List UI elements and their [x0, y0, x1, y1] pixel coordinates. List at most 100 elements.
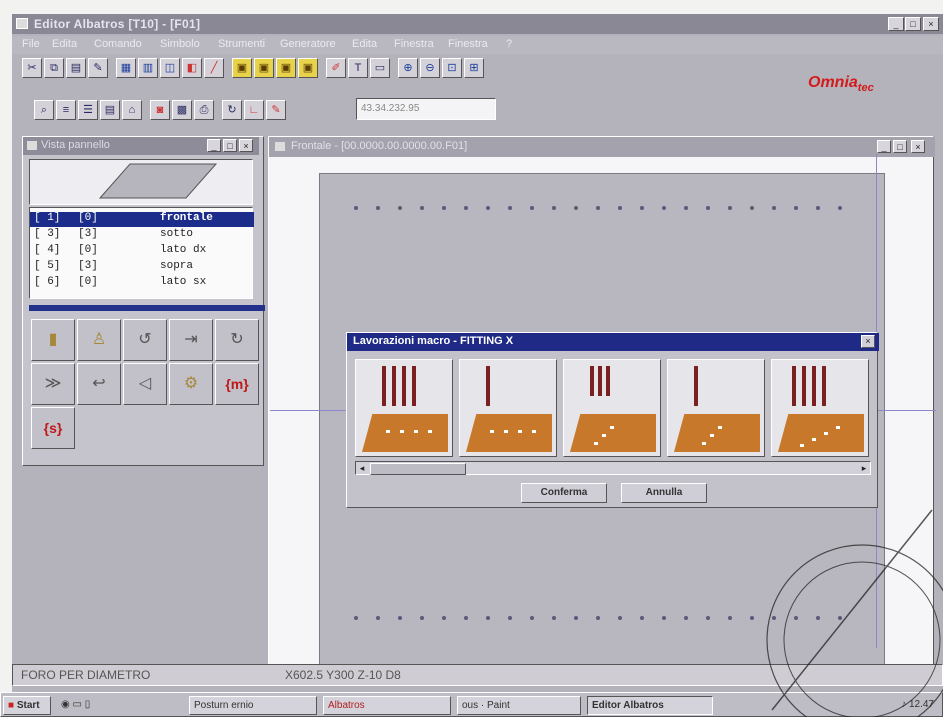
line-icon[interactable]: ╱ — [204, 58, 224, 78]
start-button[interactable]: ■ Start — [3, 696, 51, 715]
panel-close-button[interactable]: × — [239, 139, 253, 152]
dialog-close-button[interactable]: × — [861, 335, 875, 348]
face-row[interactable]: [ 4] [0] lato dx — [30, 244, 254, 259]
rotate-icon[interactable]: ↻ — [222, 100, 242, 120]
macro-m-icon[interactable]: {m} — [215, 363, 259, 405]
face-row[interactable]: [ 6] [0] lato sx — [30, 276, 254, 291]
face-list[interactable]: [ 1] [0] frontale [ 3] [3] sotto [ 4] [0… — [29, 207, 254, 299]
face-index: [ 4] — [34, 244, 61, 256]
zoom-fit-icon[interactable]: ⊡ — [442, 58, 462, 78]
scroll-thumb[interactable] — [370, 463, 466, 475]
draw-icon[interactable]: ✎ — [266, 100, 286, 120]
save-icon[interactable]: ▩ — [172, 100, 192, 120]
macro-s-icon[interactable]: {s} — [31, 407, 75, 449]
align-tool-icon[interactable]: ⇥ — [169, 319, 213, 361]
mark-icon[interactable]: ◧ — [182, 58, 202, 78]
panel-view-titlebar[interactable]: Vista pannello _ □ × — [23, 137, 259, 155]
minimize-button[interactable]: _ — [888, 17, 904, 31]
drawing-titlebar[interactable]: Frontale - [00.0000.00.0000.00.F01] _ □ … — [269, 137, 935, 157]
menu-help[interactable]: ? — [506, 38, 512, 50]
sheet-icon[interactable]: ▤ — [100, 100, 120, 120]
drill-hole — [376, 206, 380, 210]
face-code: [0] — [78, 276, 98, 288]
home-icon[interactable]: ⌂ — [122, 100, 142, 120]
taskbar-item[interactable]: ous · Paint — [457, 696, 581, 715]
close-button[interactable]: × — [923, 17, 939, 31]
drill-bit-icon — [392, 366, 396, 406]
cancel-button[interactable]: Annulla — [621, 483, 707, 503]
menu-comando[interactable]: Comando — [94, 38, 142, 50]
menu-finestra[interactable]: Finestra — [394, 38, 434, 50]
cut-icon[interactable]: ✂ — [22, 58, 42, 78]
browser-icon[interactable]: ◉ — [61, 699, 70, 710]
drawing-minimize-button[interactable]: _ — [877, 140, 891, 153]
hole-dot — [400, 430, 404, 433]
desktop-icon[interactable]: ▭ — [73, 699, 82, 710]
menu-generatore[interactable]: Generatore — [280, 38, 336, 50]
dialog-titlebar[interactable]: Lavorazioni macro - FITTING X × — [347, 333, 879, 351]
drawing-close-button[interactable]: × — [911, 140, 925, 153]
frame-icon[interactable]: ▭ — [370, 58, 390, 78]
pen-icon[interactable]: ✎ — [88, 58, 108, 78]
redo-tool-icon[interactable]: ↻ — [215, 319, 259, 361]
list-icon[interactable]: ≡ — [56, 100, 76, 120]
machine-icon[interactable]: ◙ — [150, 100, 170, 120]
text-icon[interactable]: T — [348, 58, 368, 78]
yellow-tool-1-icon[interactable]: ▣ — [232, 58, 252, 78]
return-tool-icon[interactable]: ↩ — [77, 363, 121, 405]
clamp-tool-icon[interactable]: ♙ — [77, 319, 121, 361]
coordinate-field[interactable]: 43.34.232.95 — [356, 98, 496, 120]
copy-icon[interactable]: ⧉ — [44, 58, 64, 78]
drill-hole — [574, 616, 578, 620]
menu-strumenti[interactable]: Strumenti — [218, 38, 265, 50]
taskbar-item[interactable]: Posturn ernio — [189, 696, 317, 715]
drill-hole — [838, 206, 842, 210]
drawing-maximize-button[interactable]: □ — [893, 140, 907, 153]
fitting-option[interactable] — [459, 359, 557, 457]
settings-tool-icon[interactable]: ⚙ — [169, 363, 213, 405]
scroll-left-arrow[interactable]: ◂ — [356, 462, 368, 474]
maximize-button[interactable]: □ — [905, 17, 921, 31]
fitting-option[interactable] — [667, 359, 765, 457]
grid-icon[interactable]: ▦ — [116, 58, 136, 78]
fitting-option[interactable] — [355, 359, 453, 457]
menu-edita[interactable]: Edita — [52, 38, 77, 50]
panel-icon[interactable]: ◫ — [160, 58, 180, 78]
paste-icon[interactable]: ▤ — [66, 58, 86, 78]
taskbar-item[interactable]: Albatros — [323, 696, 451, 715]
yellow-tool-3-icon[interactable]: ▣ — [276, 58, 296, 78]
fitting-option[interactable] — [771, 359, 869, 457]
zoom-window-icon[interactable]: ⊞ — [464, 58, 484, 78]
back-tool-icon[interactable]: ◁ — [123, 363, 167, 405]
panel-maximize-button[interactable]: □ — [223, 139, 237, 152]
search-icon[interactable]: ⌕ — [34, 100, 54, 120]
face-row[interactable]: [ 1] [0] frontale — [30, 212, 254, 227]
hole-dot — [610, 426, 614, 429]
face-row[interactable]: [ 5] [3] sopra — [30, 260, 254, 275]
menu-finestra-2[interactable]: Finestra — [448, 38, 488, 50]
drill-tool-icon[interactable]: ▮ — [31, 319, 75, 361]
print-icon[interactable]: ⎙ — [194, 100, 214, 120]
window-title: Editor Albatros [T10] - [F01] — [34, 17, 201, 31]
forward-tool-icon[interactable]: ≫ — [31, 363, 75, 405]
yellow-tool-2-icon[interactable]: ▣ — [254, 58, 274, 78]
table-icon[interactable]: ▥ — [138, 58, 158, 78]
title-bar[interactable]: Editor Albatros [T10] - [F01] _ □ × — [12, 14, 943, 34]
folder-icon[interactable]: ▯ — [85, 699, 91, 710]
taskbar-item-active[interactable]: Editor Albatros — [587, 696, 713, 715]
undo-tool-icon[interactable]: ↺ — [123, 319, 167, 361]
fitting-option[interactable] — [563, 359, 661, 457]
menu-edita-2[interactable]: Edita — [352, 38, 377, 50]
layers-icon[interactable]: ☰ — [78, 100, 98, 120]
drill-hole — [552, 206, 556, 210]
menu-file[interactable]: File — [22, 38, 40, 50]
corner-icon[interactable]: ∟ — [244, 100, 264, 120]
red-pen-icon[interactable]: ✐ — [326, 58, 346, 78]
zoom-out-icon[interactable]: ⊖ — [420, 58, 440, 78]
menu-simbolo[interactable]: Simbolo — [160, 38, 200, 50]
confirm-button[interactable]: Conferma — [521, 483, 607, 503]
yellow-tool-4-icon[interactable]: ▣ — [298, 58, 318, 78]
face-row[interactable]: [ 3] [3] sotto — [30, 228, 254, 243]
zoom-in-icon[interactable]: ⊕ — [398, 58, 418, 78]
panel-minimize-button[interactable]: _ — [207, 139, 221, 152]
